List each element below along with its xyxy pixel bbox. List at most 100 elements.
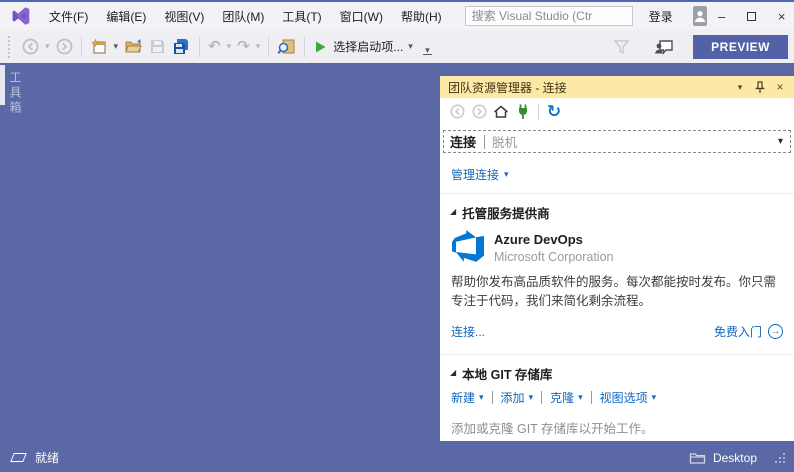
menu-team[interactable]: 团队(M) <box>213 4 273 29</box>
team-explorer-panel: 团队资源管理器 - 连接 ▾ × <box>440 76 794 441</box>
panel-menu-dropdown[interactable]: ▾ <box>730 78 750 96</box>
filter-funnel-icon <box>613 39 630 55</box>
get-started-group[interactable]: 免费入门 → <box>714 323 783 340</box>
menu-view[interactable]: 视图(V) <box>155 4 213 29</box>
toolbox-tab[interactable]: 工具箱 <box>0 65 61 116</box>
te-home-button[interactable] <box>490 101 512 123</box>
redo-icon: ↷ <box>237 39 250 54</box>
chevron-down-icon: ▾ <box>578 393 583 402</box>
menu-file[interactable]: 文件(F) <box>40 4 97 29</box>
chevron-down-icon: ▾ <box>479 393 484 402</box>
save-all-icon <box>172 38 191 55</box>
chevron-down-icon: ▾ <box>227 42 232 51</box>
azure-devops-card: Azure DevOps Microsoft Corporation <box>452 230 784 264</box>
manage-connections-link[interactable]: 管理连接 <box>451 166 499 183</box>
te-back-button[interactable] <box>446 101 468 123</box>
panel-pin-button[interactable] <box>750 78 770 96</box>
team-explorer-header[interactable]: 团队资源管理器 - 连接 ▾ × <box>440 76 794 98</box>
panel-close-button[interactable]: × <box>770 78 790 96</box>
menu-edit[interactable]: 编辑(E) <box>97 4 155 29</box>
te-connect-button[interactable] <box>512 101 534 123</box>
navigate-forward-button[interactable] <box>53 35 76 59</box>
pin-icon <box>754 81 766 94</box>
git-new-link[interactable]: 新建 <box>451 389 475 406</box>
maximize-button[interactable] <box>737 5 767 27</box>
refresh-icon: ↻ <box>547 103 561 120</box>
open-file-button[interactable] <box>121 35 146 59</box>
chevron-down-icon[interactable]: ▾ <box>775 136 786 147</box>
back-circle-icon <box>22 38 39 55</box>
combo-offline-value: 脱机 <box>492 132 775 151</box>
redo-dropdown[interactable]: ▾ <box>253 35 264 59</box>
undo-dropdown[interactable]: ▾ <box>224 35 235 59</box>
get-started-link[interactable]: 免费入门 <box>714 323 762 340</box>
section-separator <box>440 193 794 194</box>
overflow-bar <box>423 54 432 55</box>
standard-toolbar: ▾ ▾ ↶ <box>0 30 794 63</box>
new-project-button[interactable] <box>87 35 111 59</box>
hosted-providers-section-header[interactable]: ◢ 托管服务提供商 <box>450 203 784 222</box>
search-input[interactable] <box>465 6 633 26</box>
user-avatar[interactable] <box>693 6 707 26</box>
combo-divider <box>484 135 485 149</box>
link-separator <box>591 391 592 404</box>
connect-link[interactable]: 连接... <box>451 323 485 340</box>
menu-help[interactable]: 帮助(H) <box>392 4 451 29</box>
te-refresh-button[interactable]: ↻ <box>543 101 565 123</box>
azure-devops-logo-icon <box>452 230 484 262</box>
navigate-back-dropdown[interactable]: ▾ <box>42 35 53 59</box>
undo-button[interactable]: ↶ <box>205 35 224 59</box>
menu-window[interactable]: 窗口(W) <box>331 4 392 29</box>
sign-in-button[interactable]: 登录 <box>643 5 679 28</box>
start-debug-button[interactable]: 选择启动项... ▾ <box>310 38 417 55</box>
git-clone-link[interactable]: 克隆 <box>550 389 574 406</box>
link-separator <box>541 391 542 404</box>
save-all-button[interactable] <box>169 35 194 59</box>
redo-button[interactable]: ↷ <box>234 35 253 59</box>
minimize-button[interactable]: – <box>707 5 737 27</box>
toolbar-drag-grip[interactable] <box>8 36 13 58</box>
save-button[interactable] <box>146 35 169 59</box>
status-right-group[interactable]: Desktop <box>689 451 786 465</box>
connect-page-combobox[interactable]: 连接 脱机 ▾ <box>443 130 791 153</box>
filter-button[interactable] <box>610 35 633 59</box>
close-button[interactable]: × <box>767 5 794 27</box>
git-view-options-link[interactable]: 视图选项 <box>600 389 648 406</box>
git-clone-button[interactable]: 克隆 ▾ <box>550 389 583 406</box>
local-git-label: 本地 GIT 存储库 <box>462 364 552 383</box>
chevron-down-icon[interactable]: ▾ <box>504 170 509 179</box>
toolbox-tab-label: 工具箱 <box>5 65 27 116</box>
toolbar-separator <box>268 37 269 57</box>
navigate-back-button[interactable] <box>19 35 42 59</box>
visual-studio-logo-icon <box>10 6 32 26</box>
provider-description: 帮助你发布高品质软件的服务。每次都能按时发布。你只需专注于代码，我们来简化剩余流… <box>451 273 784 311</box>
chevron-down-icon: ▾ <box>114 42 119 51</box>
find-in-files-button[interactable] <box>274 35 299 59</box>
new-project-dropdown[interactable]: ▾ <box>111 35 122 59</box>
menu-tools[interactable]: 工具(T) <box>273 4 330 29</box>
git-add-link[interactable]: 添加 <box>501 389 525 406</box>
desktop-environment-label: Desktop <box>713 451 757 465</box>
git-new-button[interactable]: 新建 ▾ <box>451 389 484 406</box>
toolbar-separator <box>538 104 539 120</box>
te-forward-button[interactable] <box>468 101 490 123</box>
status-bar: 就绪 Desktop <box>0 443 794 472</box>
git-add-button[interactable]: 添加 ▾ <box>501 389 534 406</box>
git-view-options-button[interactable]: 视图选项 ▾ <box>600 389 657 406</box>
toolbar-separator <box>304 37 305 57</box>
ready-status-icon <box>10 453 27 462</box>
menu-bar: 文件(F) 编辑(E) 视图(V) 团队(M) 工具(T) 窗口(W) 帮助(H… <box>40 4 451 29</box>
resize-grip[interactable] <box>774 452 786 464</box>
section-expander-icon: ◢ <box>450 207 456 216</box>
section-expander-icon: ◢ <box>450 368 456 377</box>
toolbar-right-group: PREVIEW <box>610 35 788 59</box>
toolbar-options-button[interactable]: ▾ <box>423 46 432 55</box>
preview-badge-button[interactable]: PREVIEW <box>693 35 788 59</box>
local-git-section-header[interactable]: ◢ 本地 GIT 存储库 <box>450 364 784 383</box>
link-separator <box>492 391 493 404</box>
chevron-down-icon: ▾ <box>408 42 413 51</box>
chevron-down-icon: ▾ <box>652 393 657 402</box>
feedback-button[interactable] <box>651 35 677 59</box>
home-icon <box>493 104 509 119</box>
titlebar: 文件(F) 编辑(E) 视图(V) 团队(M) 工具(T) 窗口(W) 帮助(H… <box>0 2 794 30</box>
